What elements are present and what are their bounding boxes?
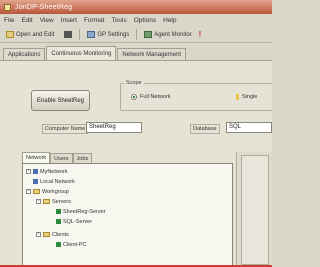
settings-icon <box>87 31 96 38</box>
toolbar-separator-2 <box>136 29 138 40</box>
network-tree: - MyNetwork Local Network - Workgroup - … <box>22 163 233 267</box>
computer-name-field[interactable]: SheetReg <box>86 122 142 133</box>
tab-continuous-monitoring[interactable]: Continuous Monitoring <box>46 46 117 60</box>
monitor-icon <box>144 31 153 38</box>
app-icon <box>4 3 11 11</box>
stop-icon[interactable]: ! <box>199 30 202 39</box>
tree-item-label: Local Network <box>40 178 75 185</box>
tree-item-servers[interactable]: - Servers <box>36 197 71 206</box>
tree-tabs: Network Users Jobs <box>22 152 93 163</box>
client-icon <box>56 242 61 247</box>
server-icon <box>56 209 61 214</box>
right-panel <box>236 152 272 267</box>
menu-edit[interactable]: Edit <box>21 17 32 24</box>
menu-view[interactable]: View <box>40 17 54 24</box>
tree-item-label: SheetReg-Server <box>63 208 106 215</box>
tree-item-label: Clients <box>52 231 69 238</box>
tree-item-workgroup[interactable]: - Workgroup <box>26 187 69 196</box>
print-button[interactable] <box>61 29 75 41</box>
computer-name-label: Computer Name <box>42 124 89 134</box>
folder-icon <box>43 199 50 204</box>
tab-applications[interactable]: Applications <box>3 48 46 60</box>
tree-item-server-1[interactable]: SheetReg-Server <box>56 207 106 216</box>
scope-label: Scope <box>124 80 144 86</box>
toolbar: Open and Edit GP Settings Agent Monitor … <box>0 27 272 43</box>
menu-format[interactable]: Format <box>84 17 105 24</box>
computer-icon <box>33 179 38 184</box>
gp-settings-label: GP Settings <box>97 31 130 38</box>
radio-full-network[interactable]: Full Network <box>131 94 171 100</box>
menu-file[interactable]: File <box>4 17 14 24</box>
menu-tools[interactable]: Tools <box>112 17 127 24</box>
database-label: Database <box>190 124 220 134</box>
radio-dot-selected <box>131 94 137 100</box>
radio-single[interactable]: Single <box>236 94 257 100</box>
tree-item-client-1[interactable]: Client-PC <box>56 240 87 249</box>
radio-swatch-icon <box>236 94 239 100</box>
app-window: JonDP-SheetReg File Edit View Insert For… <box>0 0 272 267</box>
open-edit-label: Open and Edit <box>16 31 55 38</box>
tree-tab-jobs[interactable]: Jobs <box>72 153 93 163</box>
tree-item-label: MyNetwork <box>40 168 68 175</box>
agent-monitor-label: Agent Monitor <box>154 31 192 38</box>
tree-item-server-2[interactable]: SQL-Server <box>56 217 92 226</box>
workgroup-icon <box>33 189 40 194</box>
folder-icon <box>43 232 50 237</box>
collapse-icon[interactable]: - <box>36 199 41 204</box>
right-panel-area[interactable] <box>241 155 269 265</box>
agent-monitor-button[interactable]: Agent Monitor <box>141 29 194 41</box>
window-title: JonDP-SheetReg <box>15 3 73 11</box>
scope-radio-group: Scope Full Network Single <box>120 80 272 111</box>
menu-bar: File Edit View Insert Format Tools Optio… <box>0 14 272 27</box>
tree-item-label: Servers <box>52 198 71 205</box>
printer-icon <box>64 31 73 38</box>
menu-options[interactable]: Options <box>134 17 156 24</box>
folder-icon <box>6 31 14 38</box>
tree-tab-users[interactable]: Users <box>50 153 73 163</box>
tree-item-clients[interactable]: - Clients <box>36 230 69 239</box>
menu-help[interactable]: Help <box>163 17 176 24</box>
open-edit-button[interactable]: Open and Edit <box>3 29 57 41</box>
tree-item-label: Client-PC <box>63 241 87 248</box>
collapse-icon[interactable]: - <box>26 169 31 174</box>
tab-panel: Enable SheetReg Scope Full Network Singl… <box>0 60 272 267</box>
tab-network-management[interactable]: Network Management <box>117 48 187 60</box>
collapse-icon[interactable]: - <box>26 189 31 194</box>
gp-settings-button[interactable]: GP Settings <box>84 29 132 41</box>
title-bar[interactable]: JonDP-SheetReg <box>0 0 272 14</box>
tree-tab-network[interactable]: Network <box>22 152 51 163</box>
server-icon <box>56 219 61 224</box>
enable-button[interactable]: Enable SheetReg <box>31 90 90 111</box>
radio-single-label: Single <box>242 94 258 100</box>
radio-full-network-label: Full Network <box>140 94 171 100</box>
network-icon <box>33 169 38 174</box>
menu-insert[interactable]: Insert <box>61 17 77 24</box>
tree-item-mynetwork[interactable]: - MyNetwork <box>26 167 68 176</box>
main-tabs: Applications Continuous Monitoring Netwo… <box>0 46 272 60</box>
collapse-icon[interactable]: - <box>36 232 41 237</box>
tree-item-label: SQL-Server <box>63 218 93 225</box>
tree-item-label: Workgroup <box>42 188 69 195</box>
toolbar-separator <box>79 29 81 40</box>
database-field[interactable]: SQL <box>226 122 272 133</box>
tree-item-local-network[interactable]: Local Network <box>26 177 75 186</box>
